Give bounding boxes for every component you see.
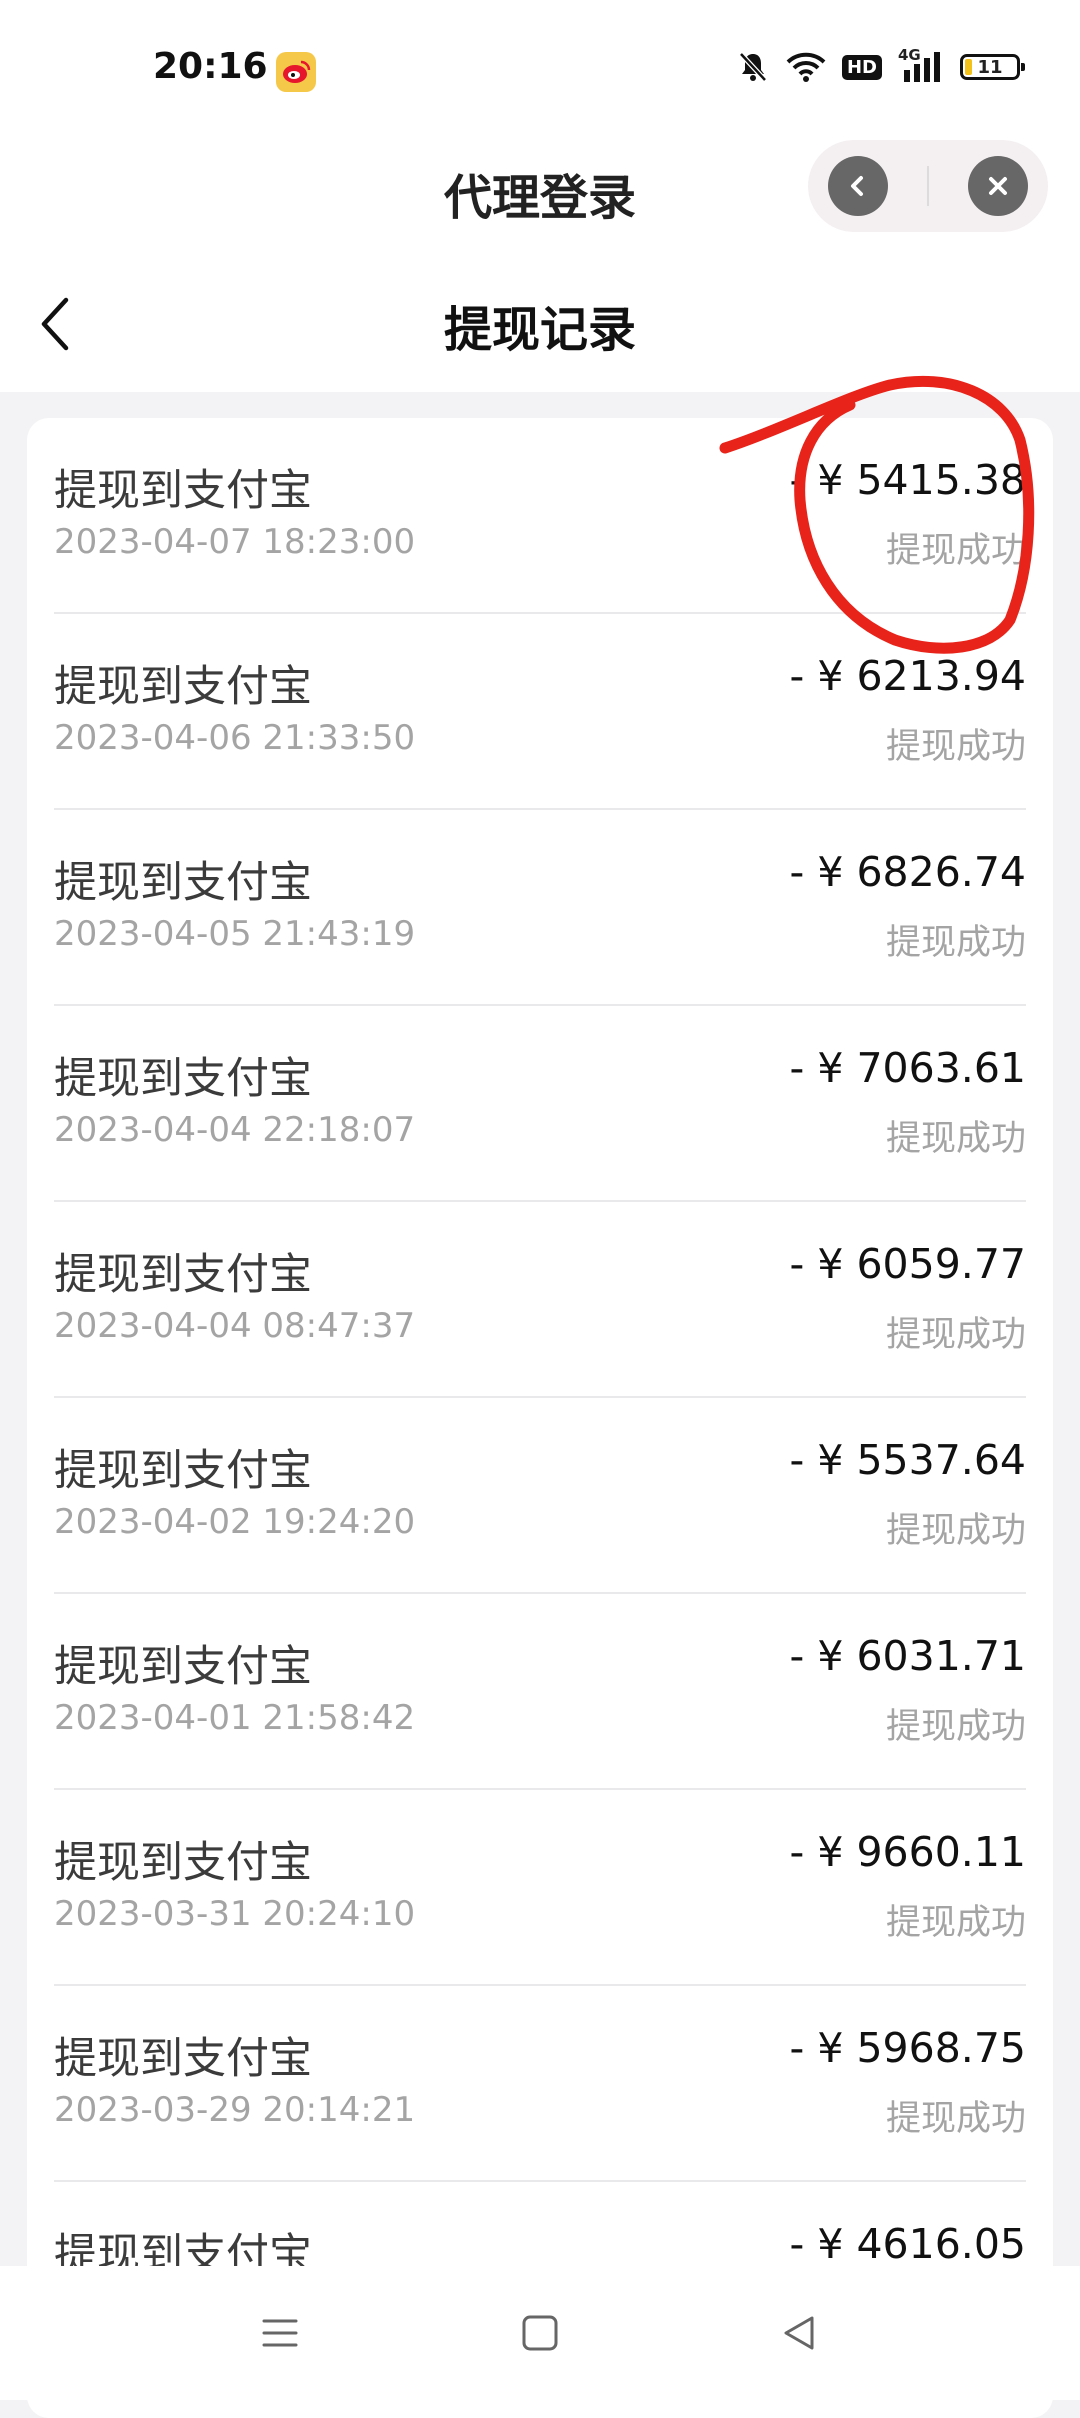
wifi-icon bbox=[786, 52, 826, 82]
list-item[interactable]: 提现到支付宝 2023-04-07 18:23:00 - ¥ 5415.38 提… bbox=[54, 418, 1026, 614]
list-item[interactable]: 提现到支付宝 2023-04-05 21:43:19 - ¥ 6826.74 提… bbox=[54, 810, 1026, 1006]
hd-icon: HD bbox=[841, 54, 882, 80]
record-amount: - ¥ 6059.77 bbox=[789, 1240, 1027, 1288]
record-status: 提现成功 bbox=[885, 1707, 1026, 1747]
record-amount: - ¥ 7063.61 bbox=[789, 1044, 1027, 1092]
list-item[interactable]: 提现到支付宝 2023-04-04 22:18:07 - ¥ 7063.61 提… bbox=[54, 1006, 1026, 1202]
list-item[interactable]: 提现到支付宝 2023-04-04 08:47:37 - ¥ 6059.77 提… bbox=[54, 1202, 1026, 1398]
record-title: 提现到支付宝 bbox=[54, 2034, 312, 2084]
record-status: 提现成功 bbox=[885, 1511, 1026, 1551]
status-time: 20:16 bbox=[153, 46, 268, 87]
withdrawal-list: 提现到支付宝 2023-04-07 18:23:00 - ¥ 5415.38 提… bbox=[27, 418, 1053, 2418]
record-amount: - ¥ 6826.74 bbox=[789, 848, 1027, 896]
battery-icon: 11 bbox=[960, 54, 1025, 80]
record-time: 2023-04-07 18:23:00 bbox=[54, 522, 416, 562]
record-amount: - ¥ 4616.05 bbox=[789, 2220, 1027, 2268]
home-square-icon[interactable] bbox=[510, 2303, 570, 2363]
battery-level: 11 bbox=[977, 56, 1003, 78]
record-status: 提现成功 bbox=[885, 1119, 1026, 1159]
record-status: 提现成功 bbox=[885, 1903, 1026, 1943]
status-bar: 20:16 HD 4G 11 bbox=[0, 0, 1080, 130]
mini-program-header: 代理登录 bbox=[0, 130, 1080, 260]
record-title: 提现到支付宝 bbox=[54, 662, 312, 712]
record-amount: - ¥ 9660.11 bbox=[789, 1828, 1027, 1876]
record-status: 提现成功 bbox=[885, 2099, 1026, 2139]
list-item[interactable]: 提现到支付宝 2023-04-02 19:24:20 - ¥ 5537.64 提… bbox=[54, 1398, 1026, 1594]
record-title: 提现到支付宝 bbox=[54, 1446, 312, 1496]
record-status: 提现成功 bbox=[885, 1315, 1026, 1355]
record-time: 2023-04-04 08:47:37 bbox=[54, 1306, 416, 1346]
record-time: 2023-03-31 20:24:10 bbox=[54, 1894, 416, 1934]
record-title: 提现到支付宝 bbox=[54, 466, 312, 516]
record-amount: - ¥ 5415.38 bbox=[789, 456, 1027, 504]
record-title: 提现到支付宝 bbox=[54, 858, 312, 908]
list-item[interactable]: 提现到支付宝 2023-04-01 21:58:42 - ¥ 6031.71 提… bbox=[54, 1594, 1026, 1790]
list-item[interactable]: 提现到支付宝 2023-04-06 21:33:50 - ¥ 6213.94 提… bbox=[54, 614, 1026, 810]
record-amount: - ¥ 5968.75 bbox=[789, 2024, 1027, 2072]
system-nav-bar bbox=[0, 2266, 1080, 2400]
list-item[interactable]: 提现到支付宝 2023-03-29 20:14:21 - ¥ 5968.75 提… bbox=[54, 1986, 1026, 2182]
capsule-divider bbox=[926, 166, 929, 206]
record-status: 提现成功 bbox=[885, 727, 1026, 767]
record-amount: - ¥ 5537.64 bbox=[789, 1436, 1027, 1484]
record-title: 提现到支付宝 bbox=[54, 1838, 312, 1888]
record-time: 2023-04-04 22:18:07 bbox=[54, 1110, 416, 1150]
record-status: 提现成功 bbox=[885, 923, 1026, 963]
record-time: 2023-04-06 21:33:50 bbox=[54, 718, 416, 758]
status-icons: HD 4G 11 bbox=[736, 46, 1025, 84]
record-title: 提现到支付宝 bbox=[54, 1250, 312, 1300]
menu-icon[interactable] bbox=[250, 2303, 310, 2363]
record-amount: - ¥ 6213.94 bbox=[789, 652, 1027, 700]
record-time: 2023-03-29 20:14:21 bbox=[54, 2090, 416, 2130]
close-circle-icon[interactable] bbox=[968, 156, 1029, 216]
record-status: 提现成功 bbox=[885, 531, 1026, 571]
record-time: 2023-04-05 21:43:19 bbox=[54, 914, 416, 954]
page-header: 提现记录 bbox=[0, 260, 1080, 392]
back-circle-icon[interactable] bbox=[827, 156, 888, 216]
list-item[interactable]: 提现到支付宝 2023-03-31 20:24:10 - ¥ 9660.11 提… bbox=[54, 1790, 1026, 1986]
back-triangle-icon[interactable] bbox=[770, 2303, 830, 2363]
capsule-menu bbox=[808, 140, 1048, 232]
record-time: 2023-04-01 21:58:42 bbox=[54, 1698, 416, 1738]
mute-bell-icon bbox=[739, 52, 767, 82]
record-time: 2023-04-02 19:24:20 bbox=[54, 1502, 416, 1542]
page-title: 提现记录 bbox=[443, 302, 636, 358]
record-amount: - ¥ 6031.71 bbox=[789, 1632, 1027, 1680]
record-title: 提现到支付宝 bbox=[54, 1642, 312, 1692]
record-title: 提现到支付宝 bbox=[54, 1054, 312, 1104]
weibo-icon bbox=[276, 52, 316, 92]
4g-signal-icon: 4G bbox=[898, 46, 944, 84]
